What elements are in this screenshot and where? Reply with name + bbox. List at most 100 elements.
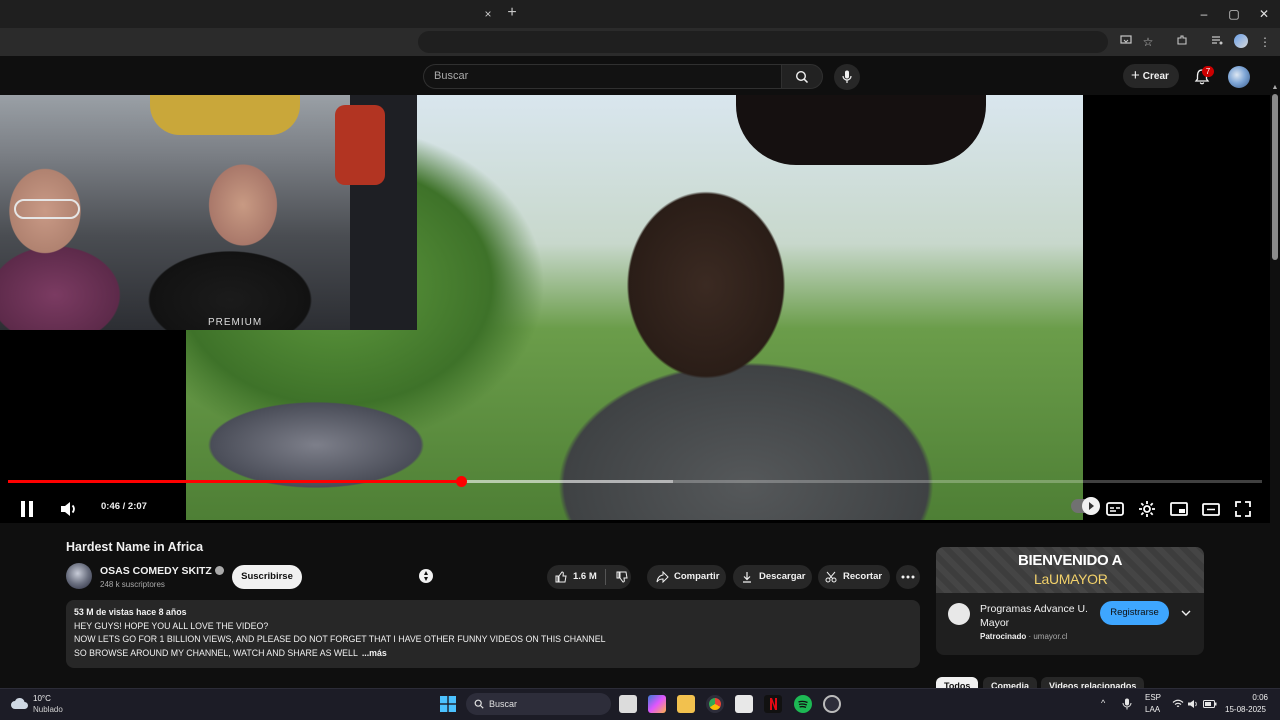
chrome-icon[interactable] [706,695,724,713]
minimize-icon[interactable]: – [1195,5,1213,23]
more-actions-button[interactable] [896,565,920,589]
channel-name-link[interactable]: OSAS COMEDY SKITZ [100,565,224,577]
maximize-icon[interactable]: ▢ [1225,5,1243,23]
view-count-date: 53 M de vistas hace 8 años [74,607,187,617]
more-horizontal-icon [901,575,915,579]
like-thumb-icon[interactable] [555,571,567,583]
taskbar-search-icon [474,699,484,709]
like-count[interactable]: 1.6 M [573,565,597,589]
channel-name: OSAS COMEDY SKITZ [100,565,212,577]
search-icon [795,70,809,84]
progress-played [8,480,462,483]
tab-close-icon[interactable]: × [480,6,496,22]
taskbar-search-label: Buscar [489,699,518,709]
miniplayer-icon[interactable] [1168,498,1190,520]
advertiser-logo[interactable] [948,603,970,625]
dislike-thumb-icon[interactable] [616,571,628,583]
subscriber-count: 248 k suscriptores [100,580,165,589]
scrollbar-thumb[interactable] [1272,94,1278,260]
ad-sponsor-line: Patrocinado · umayor.cl [980,632,1068,641]
subtitles-icon[interactable] [1104,498,1126,520]
bookmark-star-icon[interactable]: ☆ [1140,34,1156,50]
video-description[interactable]: 53 M de vistas hace 8 años HEY GUYS! HOP… [66,600,920,668]
hype-icon[interactable] [418,568,434,584]
channel-avatar[interactable] [66,563,92,589]
ad-banner-image[interactable]: BIENVENIDO A LaUMAYOR [936,547,1204,593]
browser-menu-icon[interactable]: ⋮ [1257,34,1273,50]
close-window-icon[interactable]: ✕ [1255,5,1273,23]
clip-button[interactable]: Recortar [818,565,890,589]
browser-address-bar: ☆ ⋮ [0,28,1280,56]
like-dislike-group: 1.6 M [547,565,631,589]
voice-search-button[interactable] [834,64,860,90]
verified-badge-icon [214,566,224,575]
share-button[interactable]: Compartir [647,565,726,589]
microsoft-store-icon[interactable] [735,695,753,713]
facecam-jacket [335,105,385,185]
battery-icon[interactable] [1203,699,1217,709]
account-avatar[interactable] [1228,66,1250,88]
input-language[interactable]: ESP [1145,693,1161,702]
time-display: 0:46 / 2:07 [101,501,147,512]
plus-icon: + [1131,67,1140,84]
spotify-icon[interactable] [794,695,812,713]
clock-time[interactable]: 0:06 [1250,693,1268,702]
fullscreen-icon[interactable] [1232,498,1254,520]
create-button[interactable]: + Crear [1123,64,1179,88]
volume-icon[interactable] [58,498,80,520]
facecam-glasses [14,199,80,219]
tray-microphone-icon[interactable] [1122,698,1132,710]
create-label: Crear [1142,71,1169,82]
task-view-icon[interactable] [619,695,637,713]
settings-gear-icon[interactable] [1136,498,1158,520]
ad-banner-title: BIENVENIDO A [1018,552,1123,569]
facecam-shirt-text: PREMIUM [208,317,263,328]
address-field[interactable] [418,31,1108,53]
browser-tab-bar: × + – ▢ ✕ [0,0,1280,28]
netflix-icon[interactable] [764,695,782,713]
media-control-icon[interactable] [1209,34,1225,50]
screen: × + – ▢ ✕ ☆ ⋮ Buscar + Crear 7 PREMIUM 0… [0,0,1280,720]
browser-profile-avatar[interactable] [1234,34,1248,48]
speaker-icon[interactable] [1187,699,1199,709]
cloud-weather-icon[interactable] [10,696,30,710]
ad-domain: umayor.cl [1033,632,1068,641]
windows-start-icon[interactable] [440,696,456,712]
app-icon-with-badge[interactable] [823,695,841,713]
facecam-background-item [150,95,300,135]
sponsored-label: Patrocinado [980,632,1027,641]
search-button[interactable] [781,64,823,89]
show-more-link[interactable]: ...más [362,648,387,658]
input-layout[interactable]: LAA [1145,705,1160,714]
tray-chevron-up-icon[interactable]: ^ [1101,698,1105,708]
clock-date[interactable]: 15-08-2025 [1225,705,1266,714]
ad-banner-subtitle: LaUMAYOR [1034,571,1108,587]
scroll-up-icon[interactable]: ▲ [1271,84,1279,92]
download-label: Descargar [759,571,806,582]
weather-temperature[interactable]: 10°C [33,694,51,703]
copilot-icon[interactable] [648,695,666,713]
subscribe-button[interactable]: Suscribirse [232,565,302,589]
theater-mode-icon[interactable] [1200,498,1222,520]
like-divider [605,569,606,585]
register-button[interactable]: Registrarse [1100,601,1169,625]
extensions-icon[interactable] [1174,34,1190,50]
chevron-down-icon[interactable] [1180,607,1192,619]
cast-icon[interactable] [1118,34,1134,50]
weather-description[interactable]: Nublado [33,705,63,714]
share-label: Compartir [674,571,720,582]
clip-label: Recortar [843,571,883,582]
new-tab-icon[interactable]: + [503,4,521,22]
description-line-1: HEY GUYS! HOPE YOU ALL LOVE THE VIDEO? [74,620,269,631]
ad-card[interactable]: BIENVENIDO A LaUMAYOR [936,547,1204,655]
ad-headline[interactable]: Programas Advance U. Mayor [980,602,1095,630]
wifi-icon[interactable] [1172,699,1184,709]
download-button[interactable]: Descargar [733,565,812,589]
autoplay-knob-icon [1082,497,1100,515]
taskbar-search[interactable]: Buscar [466,693,611,715]
search-input[interactable]: Buscar [423,64,781,89]
video-player[interactable]: PREMIUM 0:46 / 2:07 [0,95,1270,523]
description-line-3: SO BROWSE AROUND MY CHANNEL, WATCH AND S… [74,647,358,658]
pause-icon[interactable] [16,498,38,520]
file-explorer-icon[interactable] [677,695,695,713]
